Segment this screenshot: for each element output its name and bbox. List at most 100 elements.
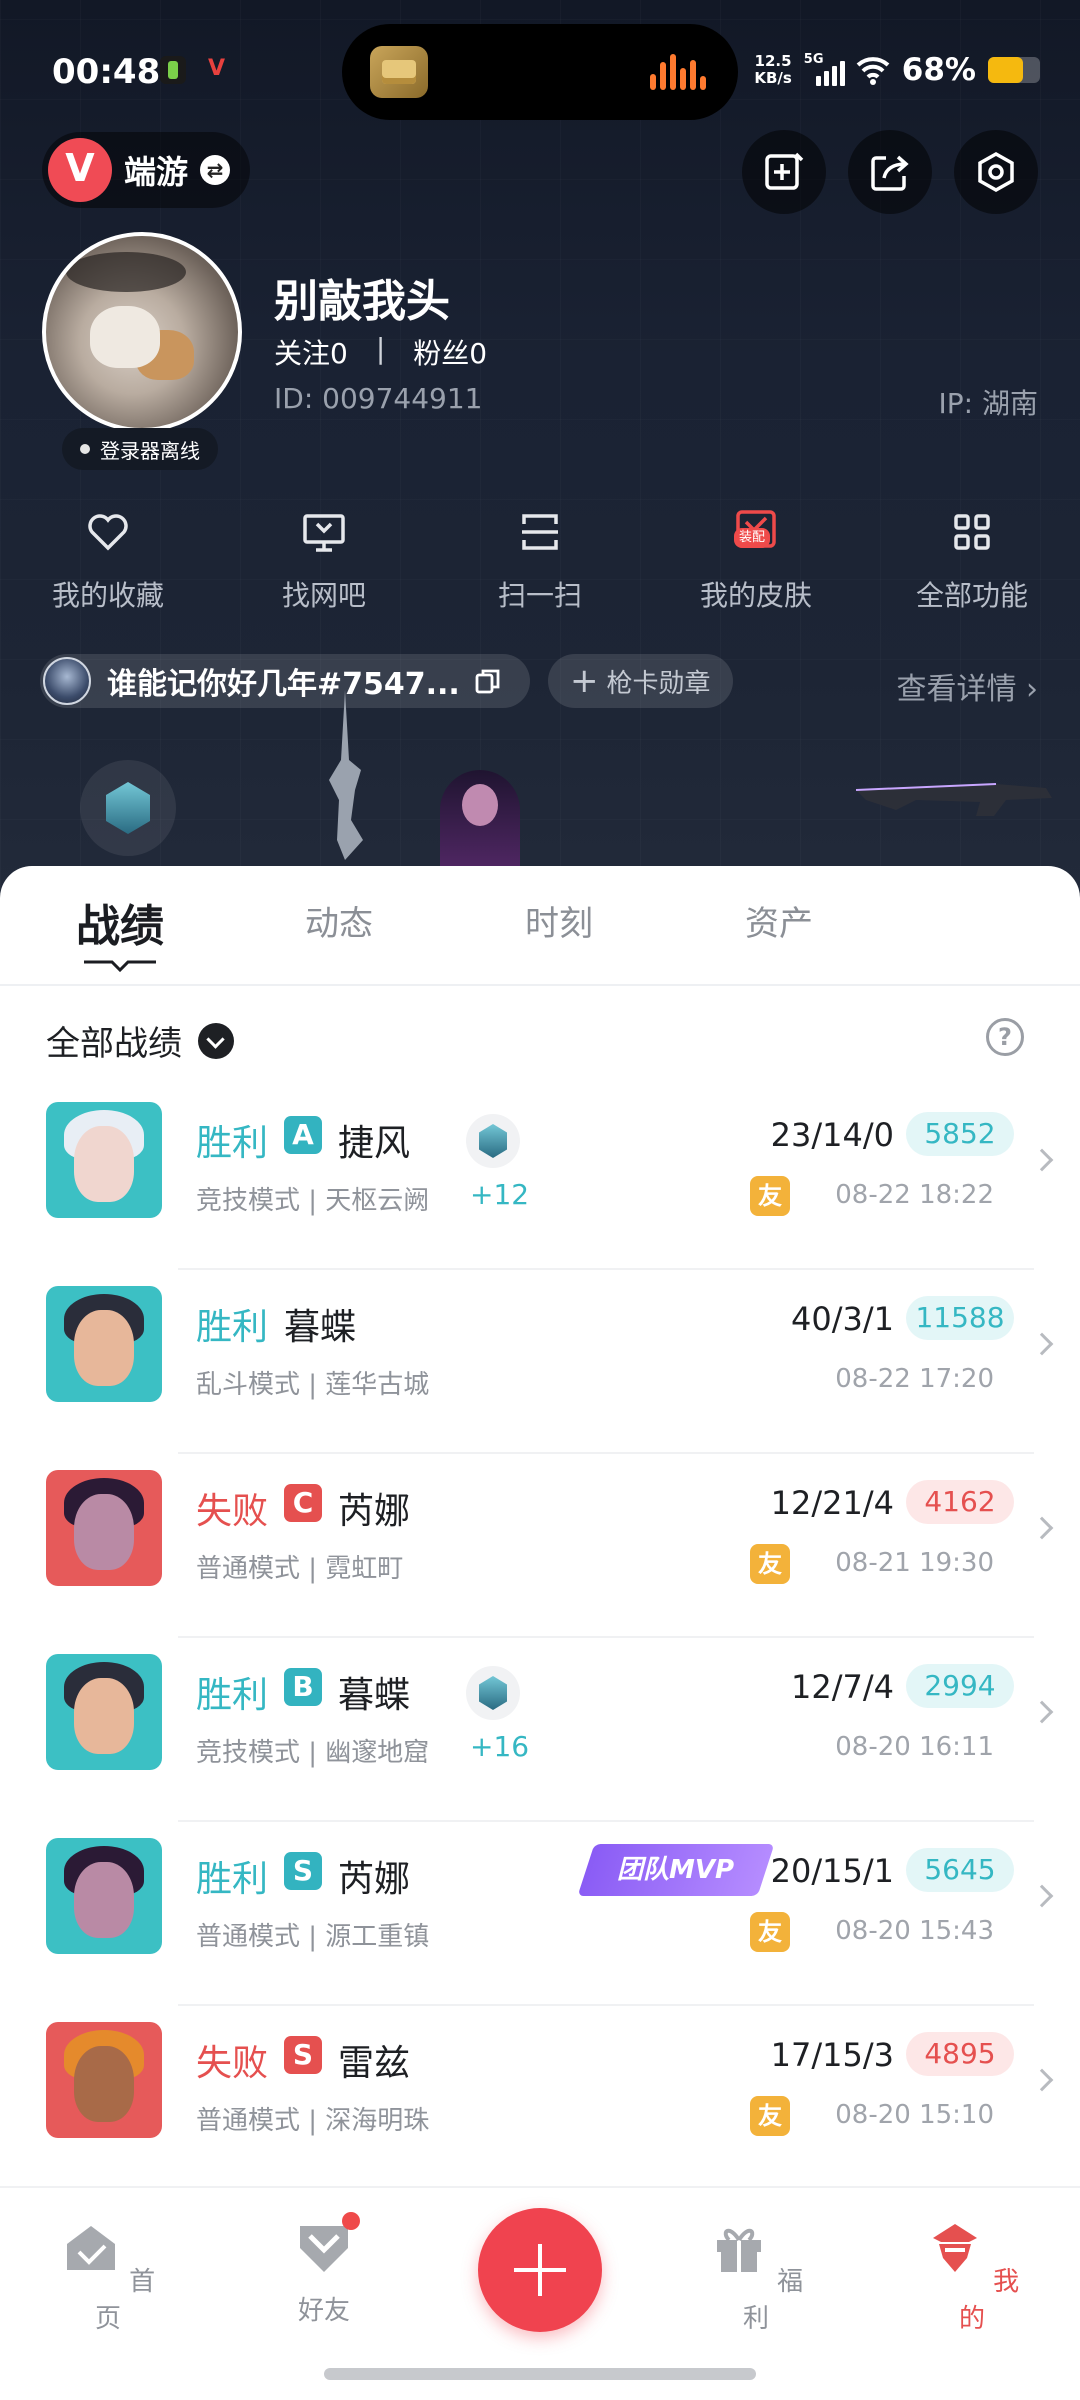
agent-portrait xyxy=(46,1286,162,1402)
match-row[interactable]: 胜利 A 捷风 竞技模式 | 天枢云阙 +12 23/14/0 5852 友 08-22 18:… xyxy=(0,1086,1080,1270)
nav-me[interactable]: 我的 xyxy=(912,2218,1032,2335)
feature-label: 我的皮肤 xyxy=(699,579,812,612)
agent-name: 捷风 xyxy=(338,1123,411,1164)
heart-icon xyxy=(88,514,128,551)
music-cover-icon xyxy=(370,46,428,98)
card-medal-button[interactable]: + 枪卡勋章 xyxy=(548,654,733,708)
follow-separator: | xyxy=(375,332,386,365)
match-mode: 普通模式 | 深海明珠 xyxy=(196,2106,430,2136)
scan-icon xyxy=(522,514,558,550)
home-indicator[interactable] xyxy=(324,2368,756,2380)
feature-all[interactable]: 全部功能 xyxy=(864,508,1080,628)
filter-label: 全部战绩 xyxy=(46,1024,182,1064)
match-score: 11588 xyxy=(906,1296,1014,1340)
agent-portrait xyxy=(46,1838,162,1954)
feature-find-cafe[interactable]: 找网吧 xyxy=(216,508,432,628)
edit-profile-button[interactable] xyxy=(742,130,826,214)
friend-tag: 友 xyxy=(750,1544,790,1584)
feature-skins[interactable]: 装配 我的皮肤 xyxy=(648,508,864,628)
plus-icon: + xyxy=(570,661,599,701)
tab-bar: 战绩 动态 时刻 资产 xyxy=(0,866,1080,984)
feature-scan[interactable]: 扫一扫 xyxy=(432,508,648,628)
friend-tag: 友 xyxy=(750,1176,790,1216)
edit-icon xyxy=(765,152,804,190)
record-filter-dropdown[interactable]: 全部战绩 xyxy=(46,1016,234,1065)
player-card[interactable]: 谁能记你好几年#7547... xyxy=(40,654,530,708)
match-list: 胜利 A 捷风 竞技模式 | 天枢云阙 +12 23/14/0 5852 友 08-22 18:… xyxy=(0,1086,1080,2190)
match-row[interactable]: 胜利 暮蝶 乱斗模式 | 莲华古城 40/3/1 11588 08-22 17:20 xyxy=(0,1270,1080,1454)
match-row[interactable]: 失败 C 芮娜 普通模式 | 霓虹町 12/21/4 4162 友 08-21 19:30 xyxy=(0,1454,1080,1638)
chevron-right-icon xyxy=(1030,1332,1054,1356)
monitor-icon xyxy=(303,514,345,552)
fans-count[interactable]: 粉丝0 xyxy=(413,332,487,372)
match-grade-badge: S xyxy=(284,1852,322,1890)
rifle-icon xyxy=(329,690,363,860)
match-kda: 17/15/3 xyxy=(770,2036,894,2074)
agent-portrait xyxy=(46,2022,162,2138)
skin-icon: 装配 xyxy=(732,508,780,556)
status-bar: 00:48 V 12.5 KB/s 5G 68% xyxy=(0,0,1080,140)
dynamic-island[interactable] xyxy=(342,24,738,120)
medal-label: 枪卡勋章 xyxy=(606,668,711,699)
card-avatar xyxy=(43,657,91,705)
avatar[interactable] xyxy=(42,232,242,432)
match-grade-badge: C xyxy=(284,1484,322,1522)
match-row[interactable]: 胜利 B 暮蝶 竞技模式 | 幽邃地窟 +16 12/7/4 2994 08-20 16:11 xyxy=(0,1638,1080,1822)
match-time: 08-20 16:11 xyxy=(835,1732,994,1762)
match-result: 失败 xyxy=(196,2043,269,2084)
feature-label: 我的收藏 xyxy=(51,579,164,612)
chevron-right-icon xyxy=(1030,2068,1054,2092)
match-score: 5645 xyxy=(906,1848,1014,1892)
valorant-logo-icon xyxy=(48,138,112,202)
view-details-link[interactable]: 查看详情 › xyxy=(896,664,1038,708)
copy-icon[interactable] xyxy=(474,667,502,695)
gift-icon xyxy=(716,2228,761,2272)
chevron-right-icon xyxy=(1030,1884,1054,1908)
help-icon[interactable]: ? xyxy=(986,1018,1024,1056)
match-kda: 12/21/4 xyxy=(770,1484,894,1522)
mvp-badge: 团队MVP xyxy=(577,1844,775,1896)
match-row[interactable]: 失败 S 雷兹 普通模式 | 深海明珠 17/15/3 4895 友 08-20 15:10 xyxy=(0,2006,1080,2190)
grid-icon xyxy=(954,514,990,550)
tab-assets[interactable]: 资产 xyxy=(745,896,813,945)
details-label: 查看详情 xyxy=(896,672,1017,707)
agent-name: 暮蝶 xyxy=(284,1307,357,1348)
match-row[interactable]: 胜利 S 芮娜 普通模式 | 源工重镇 团队MVP 20/15/1 5645 友 08-20 1… xyxy=(0,1822,1080,2006)
nav-home[interactable]: 首页 xyxy=(48,2218,168,2335)
create-post-button[interactable] xyxy=(478,2208,602,2332)
match-time: 08-20 15:43 xyxy=(835,1916,994,1946)
game-notification-icon: V xyxy=(208,56,226,81)
share-button[interactable] xyxy=(848,130,932,214)
cellular-signal-icon: 5G xyxy=(804,52,845,86)
match-kda: 20/15/1 xyxy=(770,1852,894,1890)
feature-shortcuts: 我的收藏 找网吧 扫一扫 装配 我的皮肤 全部功能 xyxy=(0,508,1080,628)
status-dot-icon xyxy=(80,444,90,454)
rank-delta: +16 xyxy=(470,1730,530,1763)
equipped-badge: 装配 xyxy=(734,528,771,548)
tab-feed[interactable]: 动态 xyxy=(305,896,373,945)
rank-delta: +12 xyxy=(470,1178,530,1211)
match-kda: 40/3/1 xyxy=(791,1300,894,1338)
rank-icon xyxy=(466,1666,520,1720)
nav-welfare[interactable]: 福利 xyxy=(696,2218,816,2335)
app-notification-icon xyxy=(160,56,186,84)
tab-record[interactable]: 战绩 xyxy=(76,890,164,954)
profile-header: 00:48 V 12.5 KB/s 5G 68% V 端游 ⇄ 登录器离线 别敲… xyxy=(0,0,1080,900)
game-switcher[interactable]: 端游 ⇄ xyxy=(42,132,251,208)
chevron-right-icon xyxy=(1030,1148,1054,1172)
rank-icon xyxy=(466,1114,520,1168)
nav-friends[interactable]: 好友 xyxy=(264,2212,384,2327)
tab-moments[interactable]: 时刻 xyxy=(525,896,593,945)
content-sheet: 战绩 动态 时刻 资产 全部战绩 ? 胜利 A 捷风 竞技模式 | 天枢云阙 +12 23… xyxy=(0,866,1080,2190)
rank-emblem-icon xyxy=(80,760,176,856)
weapon-skin-icon xyxy=(856,783,1052,816)
following-count[interactable]: 关注0 xyxy=(274,332,348,372)
settings-button[interactable] xyxy=(954,130,1038,214)
chevron-right-icon xyxy=(1030,1700,1054,1724)
riot-id: 谁能记你好几年#7547... xyxy=(107,667,460,702)
feature-favorites[interactable]: 我的收藏 xyxy=(0,508,216,628)
match-time: 08-21 19:30 xyxy=(835,1548,994,1578)
agent-face xyxy=(74,1678,134,1754)
agent-face xyxy=(74,1862,134,1938)
match-mode: 竞技模式 | 幽邃地窟 xyxy=(196,1738,430,1768)
